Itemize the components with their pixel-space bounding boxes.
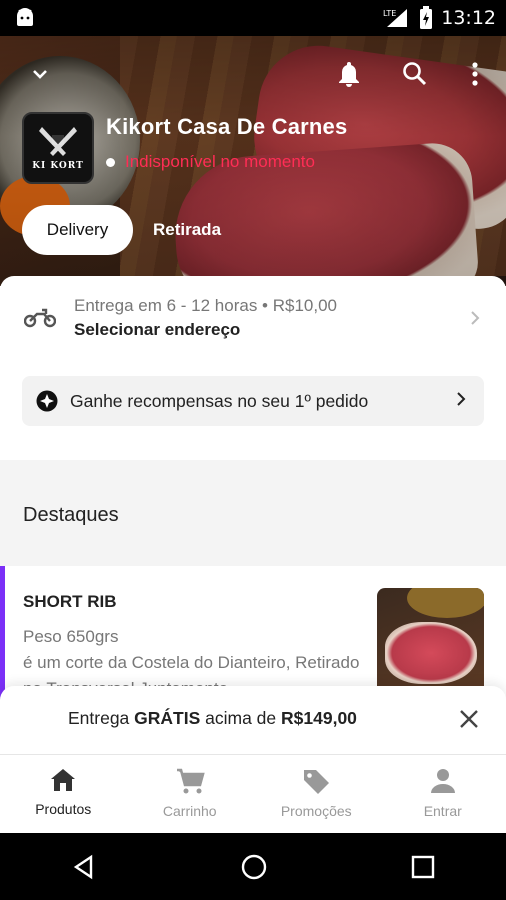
star-badge-icon xyxy=(36,390,58,412)
android-icon xyxy=(17,8,33,26)
more-options-button[interactable] xyxy=(457,56,493,92)
motorcycle-icon xyxy=(24,308,56,328)
product-card[interactable]: SHORT RIB Peso 650grs é um corte da Cost… xyxy=(0,566,506,706)
store-logo: KI KORT xyxy=(22,112,94,184)
signal-icon: LTE xyxy=(383,9,408,27)
top-actions xyxy=(0,56,506,92)
banner-free: GRÁTIS xyxy=(134,708,201,728)
search-icon xyxy=(403,62,427,86)
tab-entrar[interactable]: Entrar xyxy=(380,755,506,833)
store-content: Entrega em 6 - 12 horas • R$10,00 Seleci… xyxy=(0,276,506,756)
search-button[interactable] xyxy=(397,56,433,92)
delivery-address-row[interactable]: Entrega em 6 - 12 horas • R$10,00 Seleci… xyxy=(0,292,506,348)
store-name: Kikort Casa De Carnes xyxy=(106,114,348,139)
product-name: SHORT RIB xyxy=(23,592,117,611)
more-vert-icon xyxy=(472,62,478,86)
tab-promocoes[interactable]: Promoções xyxy=(253,755,380,833)
store-status-text: Indisponível no momento xyxy=(125,152,315,171)
bottom-navigation: Produtos Carrinho Promoções Entrar xyxy=(0,754,506,833)
banner-prefix: Entrega xyxy=(68,708,135,728)
mode-pickup[interactable]: Retirada xyxy=(153,220,221,240)
product-image-meat xyxy=(385,622,477,684)
home-circle-icon[interactable] xyxy=(240,853,268,881)
free-delivery-banner: Entrega GRÁTIS acima de R$149,00 xyxy=(0,686,506,754)
tab-label: Promoções xyxy=(280,803,352,819)
chevron-down-icon xyxy=(33,70,47,79)
product-description: Peso 650grs é um corte da Costela do Dia… xyxy=(23,627,360,688)
crossed-knives-icon xyxy=(39,127,77,156)
person-icon xyxy=(430,769,455,793)
chevron-right-icon xyxy=(457,392,466,406)
delivery-estimate: Entrega em 6 - 12 horas • R$10,00 xyxy=(74,296,337,315)
tab-label: Entrar xyxy=(423,803,462,819)
system-navigation-bar xyxy=(0,833,506,900)
product-accent-bar xyxy=(0,566,5,700)
mode-delivery[interactable]: Delivery xyxy=(22,205,133,255)
logo-text: KI KORT xyxy=(32,161,84,171)
rewards-text: Ganhe recompensas no seu 1º pedido xyxy=(70,390,369,411)
status-dot xyxy=(106,157,115,167)
home-icon xyxy=(51,769,76,791)
clock: 13:12 xyxy=(441,7,496,29)
recents-icon[interactable] xyxy=(411,855,435,879)
select-address-label: Selecionar endereço xyxy=(74,320,241,339)
battery-icon xyxy=(420,6,433,29)
network-label: LTE xyxy=(383,9,396,18)
chevron-right-icon xyxy=(471,311,480,325)
free-delivery-text: Entrega GRÁTIS acima de R$149,00 xyxy=(68,708,357,729)
store-status: Indisponível no momento xyxy=(106,152,347,172)
order-mode-toggle: Delivery Retirada xyxy=(22,205,221,255)
product-image-bowl xyxy=(407,588,484,618)
close-icon[interactable] xyxy=(458,708,480,730)
banner-threshold: R$149,00 xyxy=(281,708,357,728)
tab-produtos[interactable]: Produtos xyxy=(0,755,127,833)
rewards-banner[interactable]: Ganhe recompensas no seu 1º pedido xyxy=(22,376,484,426)
tab-carrinho[interactable]: Carrinho xyxy=(127,755,254,833)
tab-label: Carrinho xyxy=(162,803,217,819)
store-header: KI KORT Kikort Casa De Carnes Indisponív… xyxy=(22,112,347,184)
back-icon[interactable] xyxy=(71,854,97,880)
collapse-button[interactable] xyxy=(22,56,58,92)
product-image xyxy=(377,588,484,695)
section-title: Destaques xyxy=(23,504,119,526)
status-bar: LTE 13:12 xyxy=(0,0,506,36)
tag-icon xyxy=(304,770,330,794)
banner-middle: acima de xyxy=(200,708,282,728)
tab-label: Produtos xyxy=(35,801,92,817)
cart-icon xyxy=(176,768,205,794)
notifications-button[interactable] xyxy=(331,56,367,92)
bell-icon xyxy=(339,62,359,87)
